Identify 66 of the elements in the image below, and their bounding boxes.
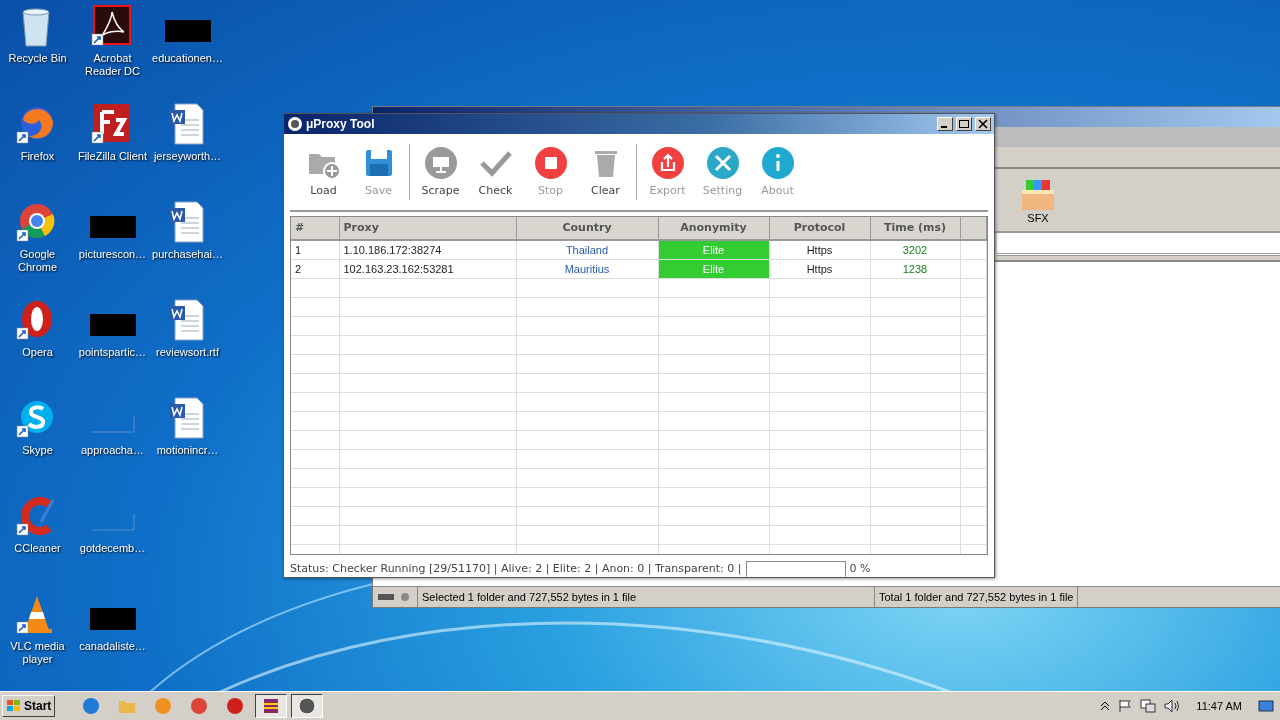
column-header[interactable]: Protocol [769,216,870,240]
export-icon [650,146,685,181]
desktop-icon-label[interactable]: Google Chrome [0,248,75,274]
status-text: Selected 1 folder and 727,552 bytes in 1 file [418,587,875,607]
table-cell: 3202 [870,239,960,260]
desktop-icon-label[interactable]: approacha… [81,444,144,457]
taskbar-button[interactable] [291,694,324,718]
start-button[interactable]: Start [2,695,56,717]
desktop-icon-label[interactable]: CCleaner [14,542,61,555]
toolbar-button[interactable]: Check [468,146,523,198]
chevron-up-icon[interactable] [1100,700,1111,712]
maximize-button[interactable] [956,116,972,131]
flag-icon[interactable] [1118,699,1133,713]
table-cell: 1 [291,239,339,260]
clock[interactable]: 11:47 AM [1196,700,1242,712]
desktop-icon-label[interactable]: reviewsort.rtf [156,346,219,359]
desktop-icon-label[interactable]: purchasehai… [152,248,223,261]
desktop-icon-label[interactable]: educationen… [152,52,223,65]
desktop-icon-label[interactable]: picturescon… [78,248,147,261]
column-header[interactable]: # [291,216,339,240]
window-title: μProxy Tool [306,116,376,131]
progress-percent: 0 % [849,562,871,576]
desktop-icon-label[interactable]: FileZilla Client [77,150,148,163]
toolbar-button[interactable]: Load [296,146,351,198]
minimize-button[interactable] [937,116,953,131]
column-header[interactable]: Time (ms) [870,216,960,240]
status-text: Status: Checker Running [29/51170] | Alive: 2 | Elite: 2 | Anon: 0 | Transparent: 0 | [290,562,742,576]
desktop-icon-label[interactable]: jerseyworth… [153,150,222,163]
column-header[interactable]: Proxy [339,216,516,240]
table-cell: 102.163.23.162:53281 [339,259,516,279]
desktop-icon-label[interactable]: Acrobat Reader DC [75,52,150,78]
desktop-icon-label[interactable]: gotdecemb… [79,542,146,555]
table-cell: 1238 [870,259,960,279]
desktop-icon-label[interactable]: Firefox [20,150,55,163]
table-cell: 1.10.186.172:38274 [339,239,516,260]
desktop-icon-label[interactable]: canadaliste… [79,640,146,653]
taskbar-button[interactable] [255,694,288,718]
table-cell: Mauritius [516,259,658,279]
table-cell: Https [769,239,870,260]
table-cell: Https [769,259,870,279]
desktop-icon-label[interactable]: motionincr… [156,444,219,457]
show-desktop-icon[interactable] [1258,699,1274,713]
table-cell: 2 [291,259,339,279]
app-icon [287,115,303,132]
desktop-icon-label[interactable]: Skype [22,444,53,457]
windows-logo-icon [6,699,22,713]
desktop-icon-label[interactable]: pointspartic… [78,346,147,359]
desktop-icon-label[interactable]: Recycle Bin [8,52,67,65]
app-icon[interactable] [298,697,317,715]
toolbar-button[interactable]: Scrape [413,146,468,198]
address-bar[interactable] [997,233,1280,256]
close-button[interactable] [975,116,991,131]
speaker-icon[interactable] [1164,699,1181,713]
app-icon[interactable] [262,697,281,715]
table-cell: Thailand [516,239,658,260]
stop-icon [533,146,568,181]
toolbar-button[interactable]: Clear [578,146,633,198]
about-icon [760,146,795,181]
network-icon[interactable] [1140,699,1157,713]
desktop-icon-label[interactable]: Opera [22,346,53,359]
status-text: Total 1 folder and 727,552 bytes in 1 file [875,587,1079,607]
column-header[interactable]: Country [516,216,658,240]
scrape-icon [423,146,458,181]
desktop-icon-label[interactable]: VLC media player [0,640,75,666]
toolbar-button[interactable]: SFX [1013,176,1063,224]
column-header[interactable]: Anonymity [658,216,769,240]
